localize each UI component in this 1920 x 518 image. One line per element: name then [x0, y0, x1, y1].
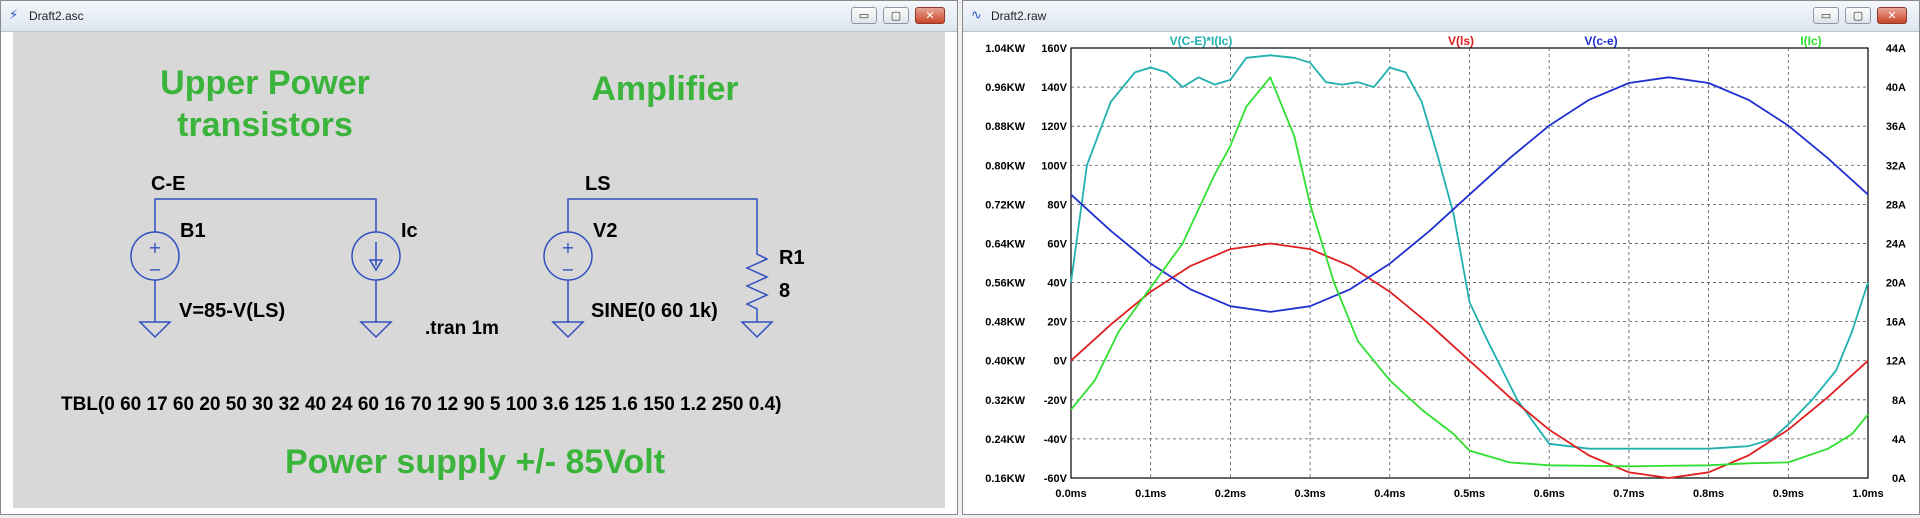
heading-upper-line2: transistors	[177, 106, 353, 144]
voltage-tick-label: -40V	[1044, 434, 1068, 446]
voltage-tick-label: 120V	[1041, 121, 1067, 133]
net-ls-label: LS	[585, 173, 611, 195]
schematic-canvas[interactable]: Upper Power transistors Amplifier + − + …	[13, 32, 945, 508]
voltage-tick-label: 140V	[1041, 82, 1067, 94]
x-tick-label: 0.3ms	[1294, 488, 1325, 500]
voltage-tick-label: 100V	[1041, 160, 1067, 172]
plot-grid	[1070, 47, 1869, 479]
minimize-button[interactable]: ▭	[1813, 7, 1839, 24]
ic-current-source-icon[interactable]	[351, 231, 401, 281]
voltage-tick-label: 60V	[1047, 238, 1067, 250]
power-tick-label: 0.80KW	[985, 160, 1025, 172]
b1-source-icon[interactable]: + −	[130, 231, 180, 281]
x-tick-label: 0.2ms	[1215, 488, 1246, 500]
current-tick-label: 0A	[1892, 473, 1906, 485]
current-tick-label: 40A	[1886, 82, 1906, 94]
current-tick-label: 44A	[1886, 43, 1906, 55]
v2-source-icon[interactable]: + −	[543, 231, 593, 281]
schematic-window: ⚡ Draft2.asc ▭ ▢ ✕ Upper Power transisto…	[0, 0, 958, 515]
waveform-icon: ∿	[971, 8, 982, 23]
power-tick-label: 0.24KW	[985, 434, 1025, 446]
x-tick-label: 0.9ms	[1773, 488, 1804, 500]
schematic-drawing: Upper Power transistors Amplifier + − + …	[61, 64, 805, 481]
trace-legend: V(C-E)*I(Ic) V(ls) V(c-e) I(Ic)	[1170, 34, 1822, 48]
svg-text:−: −	[561, 260, 574, 279]
legend-label[interactable]: V(C-E)*I(Ic)	[1170, 34, 1233, 48]
legend-label[interactable]: V(c-e)	[1584, 34, 1617, 48]
plot-frame	[1070, 47, 1869, 479]
current-tick-label: 8A	[1892, 395, 1906, 407]
r1-value: 8	[779, 280, 790, 302]
tran-directive: .tran 1m	[425, 318, 499, 339]
minimize-button[interactable]: ▭	[851, 7, 877, 24]
x-tick-label: 0.4ms	[1374, 488, 1405, 500]
x-tick-label: 1.0ms	[1852, 488, 1883, 500]
heading-amplifier: Amplifier	[591, 70, 738, 108]
power-tick-label: 0.16KW	[985, 473, 1025, 485]
close-button[interactable]: ✕	[1877, 7, 1907, 24]
power-tick-label: 1.04KW	[985, 43, 1025, 55]
plot-pane[interactable]: 0.0ms 0.1ms 0.2ms 0.3ms 0.4ms 0.5ms 0.6ms 0.7ms…	[965, 32, 1917, 512]
x-tick-label: 0.7ms	[1613, 488, 1644, 500]
b1-name: B1	[180, 220, 206, 242]
svg-text:+: +	[148, 238, 161, 257]
power-tick-label: 0.48KW	[985, 317, 1025, 329]
ic-name: Ic	[401, 220, 418, 242]
waveform-titlebar[interactable]: ∿ Draft2.raw ▭ ▢ ✕	[963, 1, 1919, 32]
power-tick-label: 0.40KW	[985, 356, 1025, 368]
v2-name: V2	[593, 220, 617, 242]
legend-label[interactable]: I(Ic)	[1800, 34, 1821, 48]
r1-name: R1	[779, 247, 805, 269]
current-tick-label: 24A	[1886, 238, 1906, 250]
x-tick-label: 0.5ms	[1454, 488, 1485, 500]
x-tick-label: 0.0ms	[1055, 488, 1086, 500]
current-tick-label: 4A	[1892, 434, 1906, 446]
current-tick-label: 28A	[1886, 199, 1906, 211]
voltage-tick-label: 0V	[1054, 356, 1068, 368]
voltage-tick-label: 20V	[1047, 317, 1067, 329]
current-tick-label: 32A	[1886, 160, 1906, 172]
schematic-titlebar[interactable]: ⚡ Draft2.asc ▭ ▢ ✕	[1, 1, 957, 32]
legend-label[interactable]: V(ls)	[1448, 34, 1474, 48]
voltage-tick-label: -60V	[1044, 473, 1068, 485]
x-tick-label: 0.6ms	[1534, 488, 1565, 500]
svg-text:−: −	[148, 260, 161, 279]
maximize-button[interactable]: ▢	[883, 7, 909, 24]
heading-upper-line1: Upper Power	[160, 64, 370, 102]
current-tick-label: 36A	[1886, 121, 1906, 133]
x-tick-label: 0.8ms	[1693, 488, 1724, 500]
power-tick-label: 0.32KW	[985, 395, 1025, 407]
ground-icon	[551, 321, 585, 339]
voltage-tick-label: -20V	[1044, 395, 1068, 407]
window-title: Draft2.asc	[29, 9, 84, 23]
ltspice-icon: ⚡	[9, 8, 19, 23]
current-tick-label: 16A	[1886, 317, 1906, 329]
ground-icon	[359, 321, 393, 339]
r1-resistor-icon[interactable]	[745, 244, 769, 316]
power-tick-label: 0.88KW	[985, 121, 1025, 133]
b1-value: V=85-V(LS)	[179, 300, 285, 322]
maximize-button[interactable]: ▢	[1845, 7, 1871, 24]
waveform-window: ∿ Draft2.raw ▭ ▢ ✕ 0.0ms 0.1ms 0.2ms 0.3ms 0…	[962, 0, 1920, 515]
svg-text:+: +	[561, 238, 574, 257]
power-tick-label: 0.56KW	[985, 278, 1025, 290]
power-tick-label: 0.96KW	[985, 82, 1025, 94]
current-tick-label: 20A	[1886, 278, 1906, 290]
power-tick-label: 0.64KW	[985, 238, 1025, 250]
ground-icon	[740, 321, 774, 339]
footer-power-supply: Power supply +/- 85Volt	[285, 443, 665, 481]
voltage-tick-label: 40V	[1047, 278, 1067, 290]
ground-icon	[138, 321, 172, 339]
close-button[interactable]: ✕	[915, 7, 945, 24]
v2-value: SINE(0 60 1k)	[591, 300, 718, 322]
x-tick-label: 0.1ms	[1135, 488, 1166, 500]
tbl-expression: TBL(0 60 17 60 20 50 30 32 40 24 60 16 7…	[61, 394, 781, 415]
voltage-tick-label: 160V	[1041, 43, 1067, 55]
voltage-tick-label: 80V	[1047, 199, 1067, 211]
waveform-chart: 0.0ms 0.1ms 0.2ms 0.3ms 0.4ms 0.5ms 0.6ms 0.7ms…	[985, 34, 1906, 500]
current-tick-label: 12A	[1886, 356, 1906, 368]
power-tick-label: 0.72KW	[985, 199, 1025, 211]
net-ce-label: C-E	[151, 173, 185, 195]
window-title: Draft2.raw	[991, 9, 1047, 23]
